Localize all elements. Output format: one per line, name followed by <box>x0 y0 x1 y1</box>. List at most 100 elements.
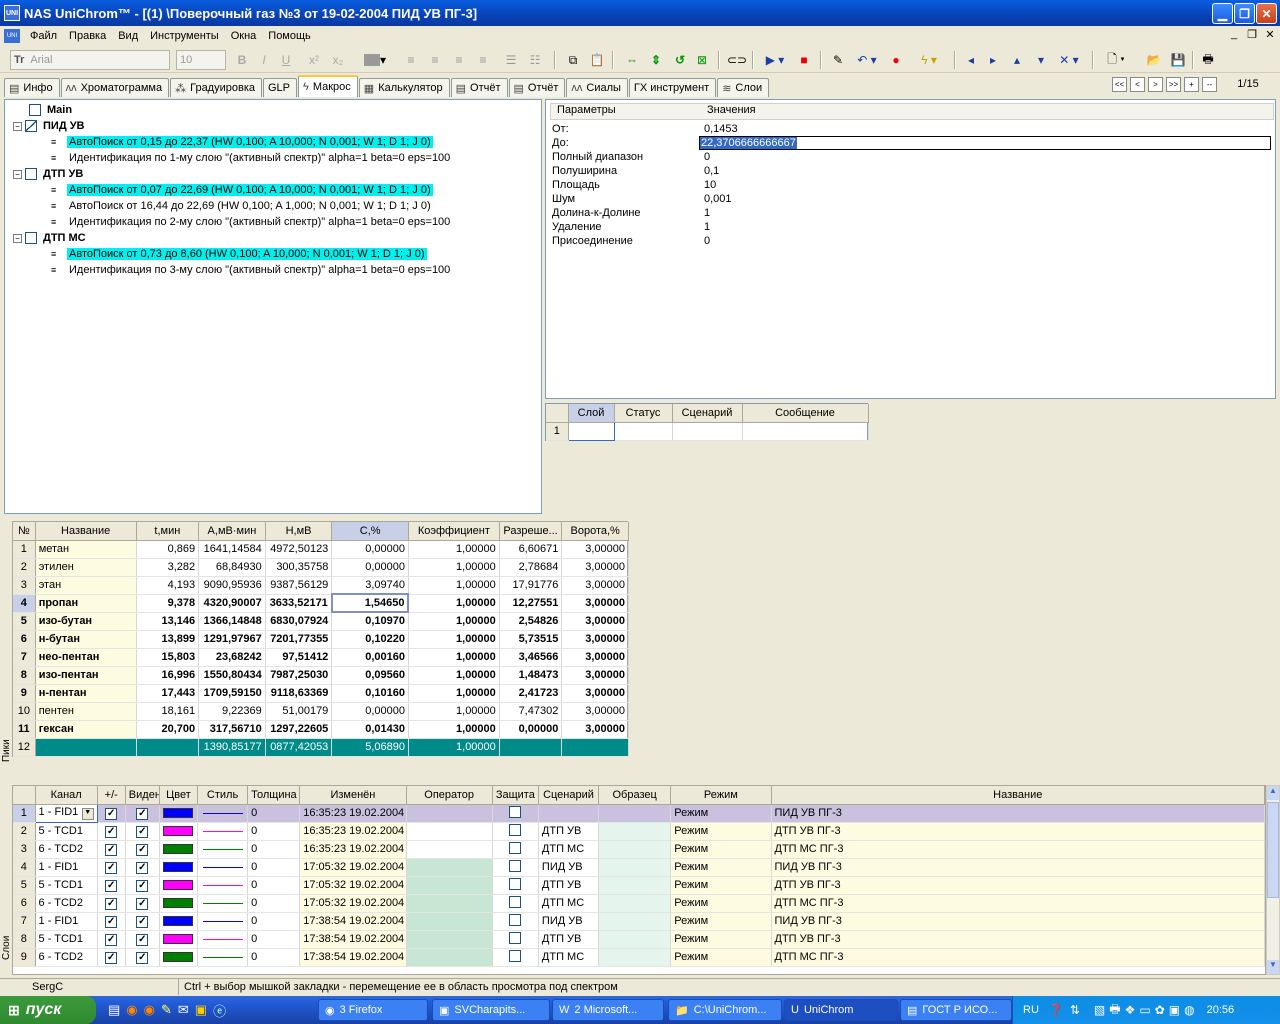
peak-name[interactable]: нео-пентан <box>35 648 137 667</box>
param-value[interactable]: 22,3706666666667 <box>699 136 1271 150</box>
operator-cell[interactable] <box>406 894 493 913</box>
color-swatch[interactable] <box>163 898 194 909</box>
layer-row[interactable]: 71 - FID1 ✓ ✓ 0 17:38:54 19.02.2004 ПИД УВ Реж… <box>13 912 1265 931</box>
color-swatch[interactable] <box>163 916 194 927</box>
mode-cell[interactable]: Режим <box>670 894 772 913</box>
volume-tray-icon[interactable]: ◍ <box>1184 1003 1194 1017</box>
checkbox-checked-icon[interactable]: ✓ <box>105 861 118 874</box>
stop-button[interactable]: ■ <box>794 50 814 70</box>
peak-value[interactable]: 9118,63369 <box>265 684 333 703</box>
checkbox-unchecked-icon[interactable] <box>509 823 522 836</box>
macro-step[interactable]: ≡ Идентификация по 2-му слою "(активный с… <box>51 214 452 230</box>
quicklaunch-desktop-icon[interactable]: ▤ <box>108 1002 120 1018</box>
peak-row[interactable]: 8 изо-пентан 16,996 1550,80434 7987,25030 0,0… <box>13 666 629 685</box>
color-cell[interactable] <box>159 894 198 913</box>
layers-col-header[interactable]: Цвет <box>159 786 198 805</box>
operator-cell[interactable] <box>406 876 493 895</box>
checkbox-checked-icon[interactable]: ✓ <box>136 825 149 838</box>
pager-button-2[interactable]: > <box>1148 77 1163 92</box>
tree-group[interactable]: − ДТП МС <box>13 230 86 246</box>
style-cell[interactable] <box>197 822 249 841</box>
status-grid-row[interactable]: 1 <box>546 421 869 441</box>
mode-cell[interactable]: Режим <box>670 876 772 895</box>
peak-value[interactable]: 15,803 <box>136 648 200 667</box>
taskbar-button-3[interactable]: 📁 C:\UniChrom... <box>668 999 782 1021</box>
toggle-cell[interactable]: ✓ <box>97 930 126 949</box>
peak-value[interactable]: 0,09560 <box>331 666 409 685</box>
peak-row[interactable]: 10 пентен 18,161 9,22369 51,00179 0,00000 1,00… <box>13 702 629 721</box>
channel-cell[interactable]: 5 - TCD1 <box>35 876 98 895</box>
peak-value[interactable]: 9090,95936 <box>198 576 266 595</box>
protect-cell[interactable] <box>492 822 539 841</box>
peak-name[interactable]: этилен <box>35 558 137 577</box>
peak-value[interactable]: 7201,77355 <box>265 630 333 649</box>
peak-value[interactable]: 3,00000 <box>561 576 629 595</box>
peak-value[interactable]: 1709,59150 <box>198 684 266 703</box>
color-swatch[interactable] <box>163 952 194 963</box>
peak-value[interactable]: 68,84930 <box>198 558 266 577</box>
arrow-up-icon[interactable]: ▴ <box>1008 50 1026 70</box>
macro-step[interactable]: ≡ АвтоПоиск от 0,07 до 22,69 (HW 0,100; A… <box>51 182 433 198</box>
peak-value[interactable]: 6,60671 <box>499 540 563 559</box>
layers-col-header[interactable]: Режим <box>670 786 772 805</box>
peak-value[interactable]: 3,00000 <box>561 720 629 739</box>
menu-file[interactable]: Файл <box>24 30 63 42</box>
tree-checkbox[interactable] <box>25 232 37 244</box>
toggle-cell[interactable]: ✓ <box>97 804 126 823</box>
peak-value[interactable]: 0,869 <box>136 540 200 559</box>
help-tray-icon[interactable]: ❓ <box>1049 1003 1064 1017</box>
tree-checkbox[interactable] <box>25 168 37 180</box>
checkbox-checked-icon[interactable]: ✓ <box>136 897 149 910</box>
stretch-horizontal-icon[interactable]: ⇔ <box>622 50 642 70</box>
scenario-cell[interactable]: ДТП МС <box>538 894 600 913</box>
quicklaunch-tool-icon[interactable]: ✎ <box>161 1002 172 1018</box>
arrow-left-icon[interactable]: ◂ <box>962 50 980 70</box>
mdi-restore-button[interactable]: ❐ <box>1244 28 1260 42</box>
status-grid-cell[interactable] <box>672 422 743 441</box>
peak-value[interactable]: 5,73515 <box>499 630 563 649</box>
peak-row[interactable]: 9 н-пентан 17,443 1709,59150 9118,63369 0,101… <box>13 684 629 703</box>
peak-value[interactable]: 0,00000 <box>499 720 563 739</box>
peak-value[interactable]: 1,00000 <box>408 684 500 703</box>
taskbar-button-0[interactable]: ◉ 3 Firefox <box>318 999 428 1021</box>
param-row[interactable]: Полный диапазон 0 <box>552 150 1274 164</box>
layer-row[interactable]: 11 - FID1 ▼ ✓ ✓ 0 16:35:23 19.02.2004 Режим ПИД… <box>13 803 1265 823</box>
protect-cell[interactable] <box>492 930 539 949</box>
peak-value[interactable]: 0,00160 <box>331 648 409 667</box>
peak-value[interactable]: 300,35758 <box>265 558 333 577</box>
peak-value[interactable]: 3633,52171 <box>265 594 333 613</box>
peak-value[interactable]: 317,56710 <box>198 720 266 739</box>
checkbox-unchecked-icon[interactable] <box>509 913 522 926</box>
checkbox-unchecked-icon[interactable] <box>509 949 522 962</box>
peak-value[interactable]: 2,41723 <box>499 684 563 703</box>
align-left-icon[interactable]: ≡ <box>402 50 420 70</box>
peak-value[interactable]: 18,161 <box>136 702 200 721</box>
pager-button-4[interactable]: + <box>1184 77 1199 92</box>
checkbox-unchecked-icon[interactable] <box>509 859 522 872</box>
scroll-down-arrow-icon[interactable]: ▼ <box>1267 960 1279 974</box>
peak-value[interactable] <box>561 738 629 757</box>
changed-cell[interactable]: 17:38:54 19.02.2004 <box>299 912 407 931</box>
peak-name[interactable]: изо-бутан <box>35 612 137 631</box>
peak-value[interactable]: 3,00000 <box>561 684 629 703</box>
peaks-col-header[interactable]: Ворота,% <box>561 522 629 541</box>
changed-cell[interactable]: 16:35:23 19.02.2004 <box>299 822 407 841</box>
sample-cell[interactable] <box>598 894 672 913</box>
peak-name[interactable]: этан <box>35 576 137 595</box>
language-indicator[interactable]: RU <box>1023 1004 1039 1016</box>
thickness-cell[interactable]: 0 <box>247 948 301 967</box>
visible-cell[interactable]: ✓ <box>125 912 160 931</box>
paste-icon[interactable]: 📋 <box>588 50 606 70</box>
peak-name[interactable]: пентен <box>35 702 137 721</box>
channel-cell[interactable]: 1 - FID1 <box>35 858 98 877</box>
peak-value[interactable]: 3,00000 <box>561 540 629 559</box>
tab-4[interactable]: ϟ Макрос <box>298 75 358 97</box>
menu-edit[interactable]: Правка <box>63 30 112 42</box>
visible-cell[interactable]: ✓ <box>125 930 160 949</box>
document-icon[interactable]: UNI <box>4 29 20 43</box>
peak-value[interactable]: 4,193 <box>136 576 200 595</box>
name-cell[interactable]: ПИД УВ ПГ-3 <box>771 858 1265 877</box>
scenario-cell[interactable]: ПИД УВ <box>538 912 600 931</box>
peaks-col-header[interactable]: H,мВ <box>265 522 333 541</box>
operator-cell[interactable] <box>406 804 493 823</box>
